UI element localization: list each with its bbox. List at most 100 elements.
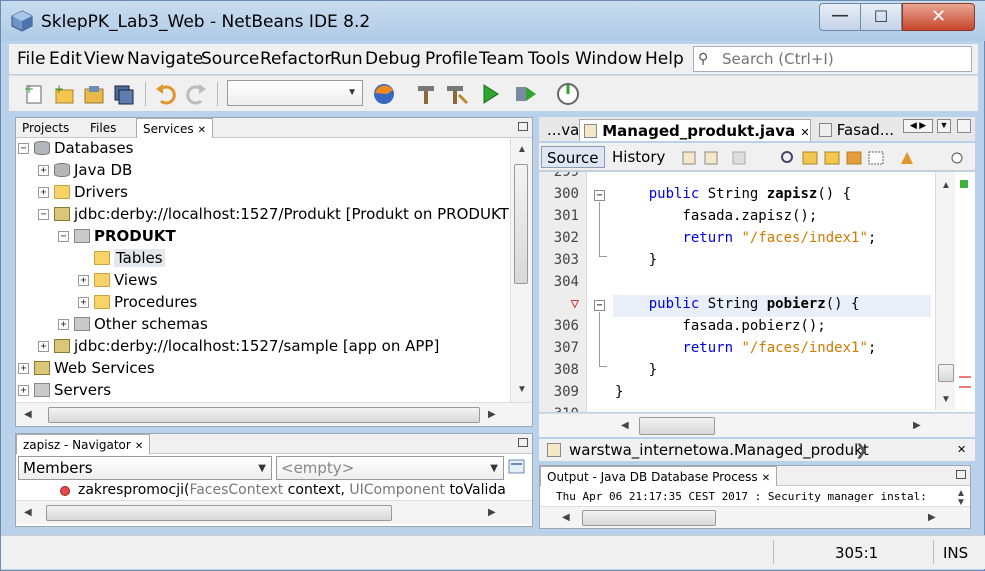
new-project-icon[interactable]: +: [51, 81, 77, 107]
tree-node[interactable]: − PRODUKT: [16, 226, 510, 248]
expand-icon[interactable]: +: [78, 275, 89, 286]
collapse-icon[interactable]: −: [58, 231, 69, 242]
line-number-gutter[interactable]: 299 300 301 302 303 304 306 307 308 309 310 ▽: [539, 172, 587, 412]
code-line[interactable]: return "/faces/index1";: [615, 340, 876, 356]
filter-select[interactable]: <empty> ▼: [276, 456, 504, 480]
scroll-left-icon[interactable]: ◀: [24, 409, 32, 420]
navigator-member-row[interactable]: zakrespromocji(FacesContext context, UIC…: [16, 481, 532, 501]
tree-node[interactable]: − Databases: [16, 138, 510, 160]
tree-horizontal-scrollbar[interactable]: ◀ ▶: [16, 402, 532, 426]
tree-node[interactable]: + Java DB: [16, 160, 510, 182]
menu-help[interactable]: Help: [645, 49, 684, 69]
scroll-tabs-icon[interactable]: ◀ ▶: [903, 119, 933, 133]
tab-navigator[interactable]: zapisz - Navigator ✕: [16, 434, 151, 454]
scroll-right-icon[interactable]: ▶: [488, 409, 496, 420]
run-icon[interactable]: [477, 81, 503, 107]
tab-list-icon[interactable]: ▼: [937, 119, 951, 133]
tab-files[interactable]: Files: [84, 118, 122, 138]
code-line[interactable]: return "/faces/index1";: [615, 230, 876, 246]
save-all-icon[interactable]: [111, 81, 137, 107]
tree-node[interactable]: + Procedures: [16, 292, 510, 314]
tab-services[interactable]: Services ✕: [136, 118, 213, 138]
menu-navigate[interactable]: Navigate: [127, 49, 203, 69]
menu-refactor[interactable]: Refactor: [260, 49, 331, 69]
clean-build-icon[interactable]: [443, 81, 469, 107]
tab-history[interactable]: History: [607, 146, 670, 168]
close-icon[interactable]: ✕: [198, 125, 206, 136]
redo-icon[interactable]: [183, 81, 209, 107]
breadcrumb-arrow-icon[interactable]: ❯: [855, 441, 868, 459]
code-line[interactable]: }: [615, 384, 623, 400]
build-icon[interactable]: [413, 81, 439, 107]
tab-projects[interactable]: Projects: [16, 118, 75, 138]
output-horizontal-scrollbar[interactable]: ◀ ▶: [540, 506, 970, 528]
scroll-thumb[interactable]: [582, 510, 716, 526]
scroll-left-icon[interactable]: ◀: [562, 512, 570, 523]
scroll-right-icon[interactable]: ▶: [928, 512, 936, 523]
menu-view[interactable]: View: [84, 49, 124, 69]
code-line[interactable]: public String pobierz() {: [615, 296, 860, 312]
expand-icon[interactable]: +: [58, 319, 69, 330]
code-line[interactable]: fasada.pobierz();: [615, 318, 825, 334]
scroll-thumb[interactable]: [514, 164, 528, 284]
breakpoint-icon[interactable]: ▽: [539, 296, 579, 312]
tab-source[interactable]: Source: [541, 146, 605, 168]
configuration-select[interactable]: ▼: [227, 80, 363, 106]
code-line[interactable]: fasada.zapisz();: [615, 208, 817, 224]
filter-icon[interactable]: [508, 458, 526, 476]
error-stripe[interactable]: [957, 172, 975, 412]
members-select[interactable]: Members ▼: [18, 456, 272, 480]
scroll-thumb[interactable]: [46, 505, 392, 521]
close-icon[interactable]: ✕: [135, 441, 143, 452]
expand-icon[interactable]: +: [18, 363, 29, 374]
minimize-button[interactable]: —: [819, 3, 861, 31]
fold-collapse-icon[interactable]: −: [594, 300, 605, 311]
code-horizontal-scrollbar[interactable]: ◀ ▶: [539, 413, 975, 437]
tree-node[interactable]: + Servers: [16, 380, 510, 402]
minimize-panel-icon[interactable]: [518, 122, 528, 131]
menu-edit[interactable]: Edit: [49, 49, 82, 69]
scroll-down-icon[interactable]: ▼: [941, 394, 951, 405]
open-project-icon[interactable]: [81, 81, 107, 107]
minimize-panel-icon[interactable]: [518, 438, 528, 447]
navigator-horizontal-scrollbar[interactable]: ◀ ▶: [16, 500, 532, 524]
menu-window[interactable]: Window: [575, 49, 642, 69]
browser-icon[interactable]: [371, 81, 397, 107]
tree-node[interactable]: + Drivers: [16, 182, 510, 204]
editor-tab-fasada[interactable]: Fasad...: [815, 119, 905, 141]
scroll-left-icon[interactable]: ◀: [24, 507, 32, 518]
breadcrumb-class[interactable]: warstwa_internetowa.Managed_produkt: [569, 441, 869, 459]
code-editor[interactable]: 299 300 301 302 303 304 306 307 308 309 310 ▽ − − p…: [539, 172, 975, 412]
close-icon[interactable]: ✕: [957, 443, 966, 456]
tree-vertical-scrollbar[interactable]: ▲ ▼: [510, 138, 532, 402]
minimize-editor-icon[interactable]: [957, 119, 971, 133]
fold-collapse-icon[interactable]: −: [594, 190, 605, 201]
expand-icon[interactable]: +: [18, 385, 29, 396]
scroll-right-icon[interactable]: ▶: [488, 507, 496, 518]
scroll-down-icon[interactable]: ▼: [517, 384, 527, 395]
profile-icon[interactable]: [555, 81, 581, 107]
expand-icon[interactable]: +: [78, 297, 89, 308]
tree-node[interactable]: + jdbc:derby://localhost:1527/sample [app…: [16, 336, 510, 358]
tree-node[interactable]: + Views: [16, 270, 510, 292]
scroll-thumb[interactable]: [938, 364, 954, 382]
menu-debug[interactable]: Debug: [365, 49, 421, 69]
tree-node[interactable]: Tables: [16, 248, 510, 270]
search-input[interactable]: [722, 49, 967, 69]
editor-tab-other[interactable]: ...va: [543, 119, 579, 141]
menu-file[interactable]: File: [17, 49, 45, 69]
collapse-icon[interactable]: −: [38, 209, 49, 220]
menu-tools[interactable]: Tools: [528, 49, 570, 69]
code-line[interactable]: }: [615, 362, 657, 378]
insert-mode[interactable]: INS: [943, 544, 968, 562]
expand-icon[interactable]: +: [38, 341, 49, 352]
undo-icon[interactable]: [153, 81, 179, 107]
close-icon[interactable]: ✕: [762, 473, 770, 484]
editor-tab-managed-produkt[interactable]: Managed_produkt.java ✕: [579, 119, 811, 141]
scroll-left-icon[interactable]: ◀: [621, 420, 629, 431]
maximize-button[interactable]: ☐: [860, 3, 902, 31]
error-marker[interactable]: [959, 386, 971, 388]
minimize-panel-icon[interactable]: [956, 470, 966, 479]
debug-icon[interactable]: [513, 81, 539, 107]
editor-toolbar-icons[interactable]: [681, 149, 981, 167]
